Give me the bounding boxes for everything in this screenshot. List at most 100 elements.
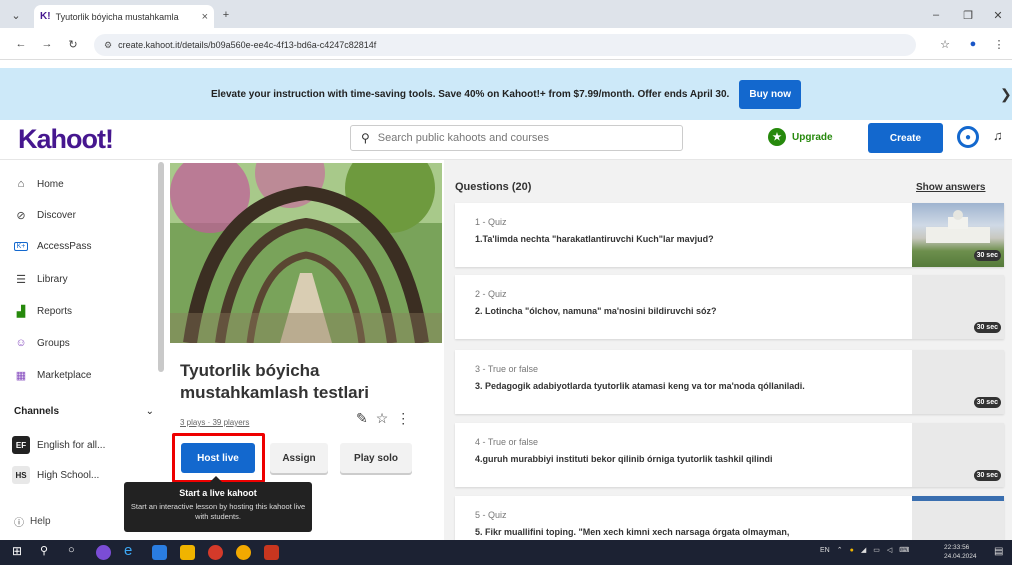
host-live-button[interactable]: Host live — [181, 443, 255, 473]
channel-label: English for all... — [37, 439, 106, 451]
minimize-icon[interactable]: – — [928, 8, 944, 22]
channel-badge: EF — [12, 436, 30, 454]
tooltip-title: Start a live kahoot — [179, 488, 257, 498]
question-text: 2. Lotincha "ólchov, namuna" ma'nosini b… — [475, 306, 717, 316]
notification-center-icon[interactable]: ▤ — [994, 546, 1006, 558]
promo-banner: Elevate your instruction with time-savin… — [0, 68, 1012, 120]
play-solo-button[interactable]: Play solo — [340, 443, 412, 473]
sidebar-item-library[interactable]: ☰ Library — [14, 273, 68, 286]
channel-item[interactable]: EF English for all... — [12, 436, 105, 454]
search-placeholder: Search public kahoots and courses — [377, 132, 550, 144]
question-text: 4.guruh murabbiyi instituti bekor qilini… — [475, 454, 773, 464]
question-row[interactable]: 5 - Quiz 5. Fikr muallifini toping. "Men… — [455, 496, 1004, 540]
accesspass-icon: K+ — [14, 242, 28, 251]
edit-pencil-icon[interactable]: ✎ — [356, 410, 368, 427]
windows-start-icon[interactable]: ⊞ — [12, 544, 27, 559]
store-icon: ▦ — [15, 370, 27, 382]
powerpoint-icon[interactable] — [264, 545, 279, 560]
yandex-browser-icon[interactable] — [208, 545, 223, 560]
browser-tab[interactable]: K! Tyutorlik bóyicha mustahkamla × — [34, 5, 214, 28]
tab-menu-chevron-icon[interactable]: ⌄ — [8, 8, 24, 22]
site-info-icon[interactable]: ⚙ — [104, 40, 112, 51]
clock-date: 24.04.2024 — [944, 553, 977, 560]
question-text: 3. Pedagogik adabiyotlarda tyutorlik ata… — [475, 381, 805, 391]
browser-menu-icon[interactable]: ⋮ — [994, 37, 1005, 51]
new-tab-icon[interactable]: + — [218, 7, 234, 23]
sidebar-scrollbar[interactable] — [158, 162, 164, 372]
app-icon[interactable] — [96, 545, 111, 560]
question-type: 2 - Quiz — [475, 289, 507, 299]
file-explorer-icon[interactable] — [180, 545, 195, 560]
sidebar-item-label: AccessPass — [37, 241, 92, 252]
question-row[interactable]: 2 - Quiz 2. Lotincha "ólchov, namuna" ma… — [455, 275, 1004, 339]
kahoot-stats[interactable]: 3 plays · 39 players — [180, 418, 249, 427]
app-tray-icon[interactable]: ● — [850, 547, 854, 554]
kahoot-favicon-icon: K! — [40, 11, 51, 22]
restore-icon[interactable]: ❐ — [960, 8, 976, 22]
close-tab-icon[interactable]: × — [202, 11, 208, 23]
buy-now-button[interactable]: Buy now — [739, 79, 802, 109]
upgrade-button[interactable]: ★ Upgrade — [768, 128, 833, 146]
battery-icon[interactable]: ▭ — [873, 546, 880, 554]
chevron-up-icon[interactable]: ⌃ — [837, 546, 843, 554]
keyboard-icon[interactable]: ⌨ — [899, 546, 909, 554]
sidebar-item-marketplace[interactable]: ▦ Marketplace — [14, 369, 92, 382]
question-row[interactable]: 1 - Quiz 1.Ta'limda nechta "harakatlanti… — [455, 203, 1004, 267]
kahoot-logo[interactable]: Kahoot! — [18, 124, 114, 155]
show-answers-button[interactable]: Show answers — [916, 182, 985, 193]
channels-header[interactable]: Channels ⌄ — [14, 406, 154, 417]
time-badge: 30 sec — [973, 470, 1001, 481]
chevron-down-icon: ⌄ — [145, 406, 154, 417]
sidebar-item-home[interactable]: ⌂ Home — [14, 178, 64, 190]
garden-tunnel-image — [170, 163, 442, 343]
volume-icon[interactable]: ◁ — [887, 546, 892, 554]
chrome-browser-icon[interactable] — [236, 545, 251, 560]
sidebar-item-reports[interactable]: ▟ Reports — [14, 305, 72, 318]
favorite-star-icon[interactable]: ☆ — [376, 410, 389, 427]
sidebar-item-accesspass[interactable]: K+ AccessPass — [14, 241, 91, 252]
clock-time: 22:33:56 — [944, 544, 970, 551]
sidebar-item-label: Marketplace — [37, 370, 92, 381]
time-badge: 30 sec — [973, 322, 1001, 333]
profile-icon[interactable]: ● — [966, 37, 980, 51]
question-text: 1.Ta'limda nechta "harakatlantiruvchi Ku… — [475, 234, 714, 244]
create-button[interactable]: Create — [868, 123, 943, 153]
people-icon: ☺ — [15, 337, 27, 349]
channel-label: High School... — [37, 469, 100, 481]
network-icon[interactable]: ◢ — [861, 546, 866, 554]
promo-text: Elevate your instruction with time-savin… — [210, 88, 730, 100]
taskbar-search-icon[interactable]: ⚲ — [40, 544, 55, 559]
sidebar-item-discover[interactable]: ⊘ Discover — [14, 209, 76, 222]
channel-item[interactable]: HS High School... — [12, 466, 99, 484]
star-icon: ★ — [768, 128, 786, 146]
language-indicator[interactable]: EN — [820, 547, 830, 554]
edge-browser-icon[interactable]: e — [124, 542, 139, 559]
notifications-bell-icon[interactable]: ♫ — [993, 128, 1003, 143]
back-icon[interactable]: ← — [14, 37, 28, 51]
sidebar-item-label: Reports — [37, 306, 73, 317]
more-options-icon[interactable]: ⋮ — [396, 410, 410, 427]
reload-icon[interactable]: ↻ — [66, 37, 80, 51]
question-row[interactable]: 4 - True or false 4.guruh murabbiyi inst… — [455, 423, 1004, 487]
search-input[interactable]: ⚲ Search public kahoots and courses — [350, 125, 683, 151]
question-type: 3 - True or false — [475, 364, 539, 374]
sidebar-item-label: Home — [37, 178, 64, 190]
forward-icon[interactable]: → — [40, 37, 54, 51]
assign-button[interactable]: Assign — [270, 443, 328, 473]
close-window-icon[interactable]: ✕ — [990, 8, 1006, 22]
help-link[interactable]: ⓘ Help — [14, 514, 51, 529]
sidebar-item-label: Library — [37, 274, 68, 285]
help-label: Help — [30, 516, 51, 527]
task-view-icon[interactable]: ○ — [68, 544, 83, 559]
sidebar-item-groups[interactable]: ☺ Groups — [14, 337, 69, 349]
channel-badge: HS — [12, 466, 30, 484]
kahoot-cover-image — [170, 163, 442, 343]
user-avatar-icon[interactable]: ● — [957, 126, 979, 148]
banner-close-icon[interactable]: ❯ — [1000, 86, 1012, 103]
app-icon[interactable] — [152, 545, 167, 560]
bookmark-star-icon[interactable]: ☆ — [938, 37, 952, 51]
question-row[interactable]: 3 - True or false 3. Pedagogik adabiyotl… — [455, 350, 1004, 414]
url-field[interactable]: ⚙ create.kahoot.it/details/b09a560e-ee4c… — [94, 34, 916, 56]
help-circle-icon: ⓘ — [14, 518, 24, 529]
system-clock[interactable]: 22:33:56 24.04.2024 — [944, 543, 977, 561]
